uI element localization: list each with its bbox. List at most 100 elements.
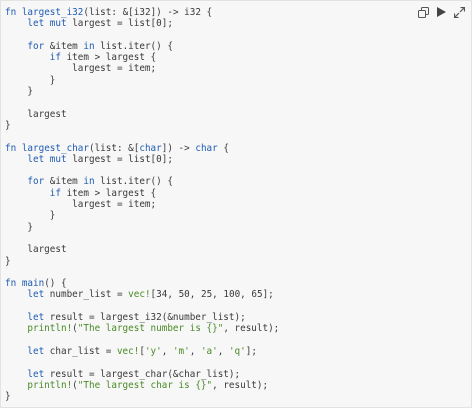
code-line: } [5,391,279,402]
code-token: fn [5,7,17,18]
expand-icon [453,6,465,18]
code-token: i32 [133,7,151,18]
code-token: (list: &[ [88,142,140,154]
code-line: println!("The largest char is {}", resul… [5,380,279,391]
code-line: let char_list = vec!['y', 'm', 'a', 'q']… [5,346,279,357]
code-token: let [27,312,45,324]
play-icon [436,7,446,17]
code-token: largest_char [21,142,89,154]
code-token: largest [5,108,67,120]
code-token: let [27,345,45,357]
code-token: number_list = [44,289,129,301]
code-token: let [27,289,45,301]
code-token: 25 [200,289,213,301]
code-token: largest = list[ [66,153,157,165]
code-token: , [189,289,201,301]
code-token: largest = item; [5,199,157,211]
code-line: let result = largest_char(&char_list); [5,369,279,380]
code-token: "The largest char is {}" [77,379,213,391]
code-token: } [5,74,56,86]
code-token: } [5,221,33,233]
code-token: } [5,391,11,403]
code-token: , [240,289,252,301]
code-line: } [5,86,279,97]
code-line: if item > largest { [5,52,279,63]
code-token: ]; [262,289,274,301]
code-token: in [83,176,95,188]
code-token: 65 [251,289,263,301]
code-token: item > largest { [60,52,157,64]
code-token: let [27,18,45,30]
code-token: list.iter() { [94,40,173,52]
code-token: fn [5,142,17,154]
code-token: , result); [212,379,269,391]
code-line: } [5,210,279,221]
code-line: let mut largest = list[0]; [5,154,279,165]
code-token: let [27,368,45,380]
code-token: 34 [156,289,168,301]
code-line: if item > largest { [5,188,279,199]
code-token: , [212,289,224,301]
code-line: for &item in list.iter() { [5,41,279,52]
code-token: ]; [161,153,173,165]
code-token: { [217,142,229,154]
code-token: , [167,289,179,301]
expand-button[interactable] [453,6,465,18]
code-token: i32 [184,7,201,18]
code-line: largest [5,109,279,120]
code-token: if [49,52,61,64]
code-token: list.iter() { [94,176,173,188]
code-token: , [161,345,173,357]
copy-button[interactable] [417,6,429,18]
code-line: fn largest_char(list: &[char]) -> char { [5,143,279,154]
code-token: 'm' [172,345,190,357]
code-token: , [217,345,229,357]
code-token: println! [27,323,73,335]
code-token: println! [27,379,73,391]
code-token: 50 [178,289,190,301]
code-token: ]; [161,18,173,30]
code-token: largest_i32 [21,7,84,18]
code-token: 100 [223,289,241,301]
code-token: largest [5,244,67,256]
code-token: item > largest { [60,187,157,199]
code-token: vec! [128,289,151,301]
code-line: largest = item; [5,199,279,210]
code-token: } [5,86,33,98]
run-button[interactable] [435,6,447,18]
code-token: &item [44,176,84,188]
code-line: largest = item; [5,63,279,74]
code-line: } [5,75,279,86]
code-line: } [5,120,279,131]
code-token: ]; [245,345,257,357]
code-token: result = largest_i32(&number_list); [44,312,246,324]
code-token: mut [49,18,67,30]
code-line: let result = largest_i32(&number_list); [5,312,279,323]
code-token: largest = list[ [66,18,157,30]
code-token: 'q' [228,345,246,357]
code-token: vec! [116,345,140,357]
code-line: largest [5,244,279,255]
code-toolbar [417,6,465,18]
code-token: "The largest number is {}" [77,323,224,335]
code-token: if [49,187,61,199]
code-line: println!("The largest number is {}", res… [5,323,279,334]
code-line: } [5,222,279,233]
code-token: char [195,142,218,154]
code-token: ]) -> [161,142,196,154]
code-token: largest = item; [5,63,157,75]
